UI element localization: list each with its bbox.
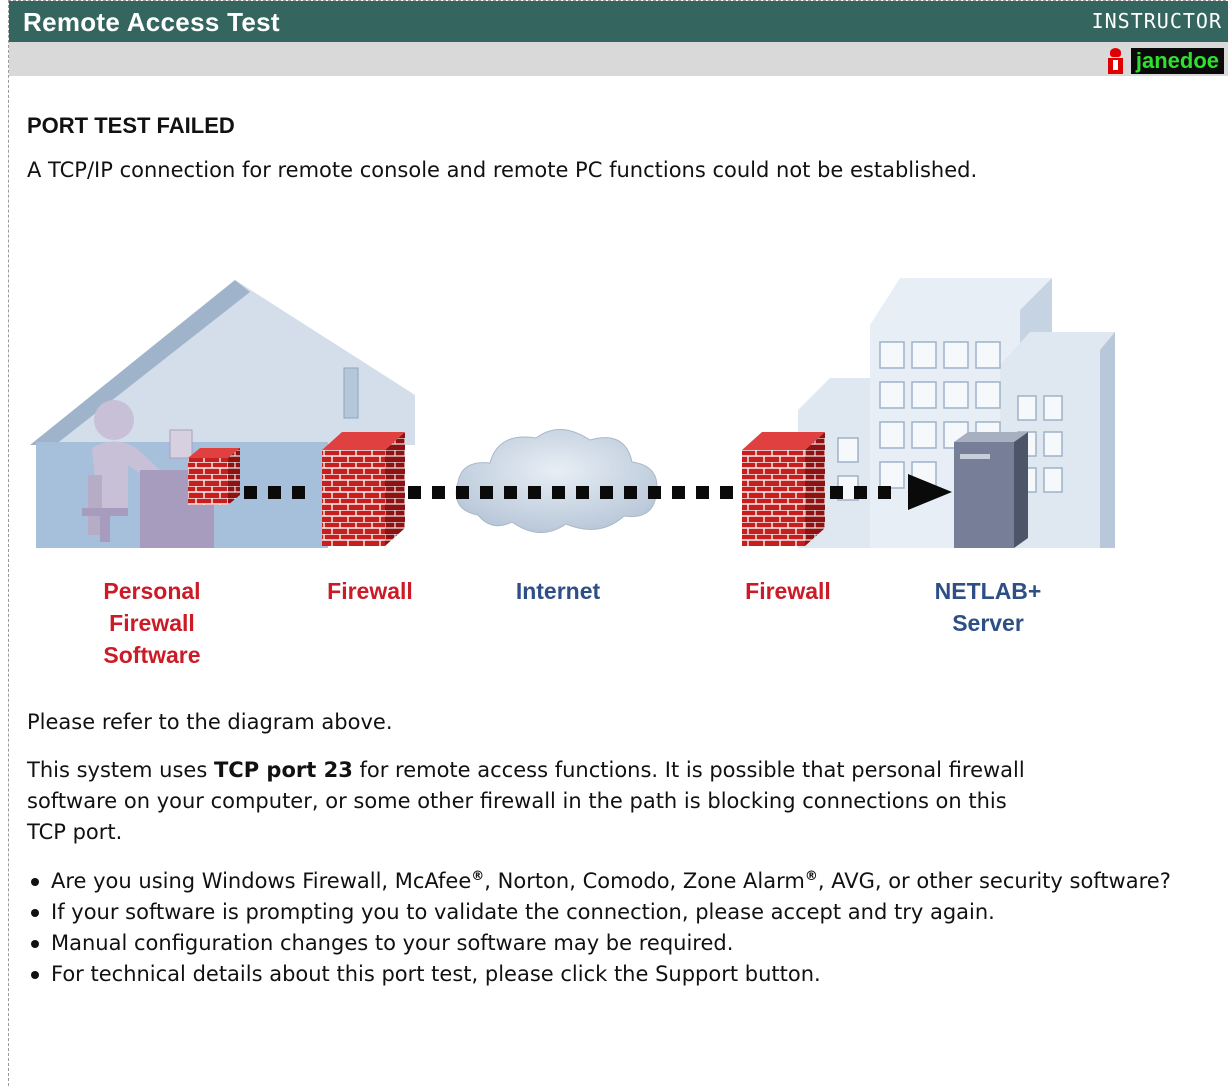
label-server: NETLAB+ Server — [934, 578, 1042, 636]
port-explanation: This system uses TCP port 23 for remote … — [27, 758, 1025, 844]
user-indicator[interactable]: janedoe — [1105, 48, 1224, 74]
page-title: Remote Access Test — [23, 7, 280, 37]
port-number: TCP port 23 — [213, 758, 353, 782]
label-firewall-right: Firewall — [745, 578, 831, 604]
intro-text: A TCP/IP connection for remote console a… — [27, 158, 978, 182]
user-bar: janedoe — [9, 42, 1228, 76]
list-item: Are you using Windows Firewall, McAfee®,… — [27, 866, 1222, 897]
role-label: INSTRUCTOR — [1091, 9, 1222, 33]
server-icon — [954, 432, 1028, 548]
label-personal-firewall: Personal Firewall Software — [103, 578, 201, 668]
network-diagram: Personal Firewall Software Firewall Inte… — [0, 270, 1228, 700]
title-bar: Remote Access Test INSTRUCTOR — [9, 1, 1228, 42]
diagram-illustration — [30, 278, 1115, 548]
list-item: Manual configuration changes to your sof… — [27, 928, 1222, 959]
main-content: PORT TEST FAILED A TCP/IP connection for… — [27, 110, 1222, 186]
list-item: For technical details about this port te… — [27, 959, 1222, 990]
label-firewall-left: Firewall — [327, 578, 413, 604]
username[interactable]: janedoe — [1130, 48, 1224, 74]
firewall-left-icon — [322, 432, 405, 546]
troubleshooting-list: Are you using Windows Firewall, McAfee®,… — [27, 866, 1222, 990]
internet-cloud-icon — [455, 429, 658, 533]
label-internet: Internet — [515, 578, 601, 604]
refer-text: Please refer to the diagram above. — [27, 710, 393, 734]
firewall-right-icon — [742, 432, 825, 546]
status-heading: PORT TEST FAILED — [27, 113, 235, 138]
list-item: If your software is prompting you to val… — [27, 897, 1222, 928]
details-section: Please refer to the diagram above. This … — [27, 707, 1222, 990]
personal-firewall-icon — [188, 448, 240, 505]
user-icon — [1105, 48, 1127, 74]
